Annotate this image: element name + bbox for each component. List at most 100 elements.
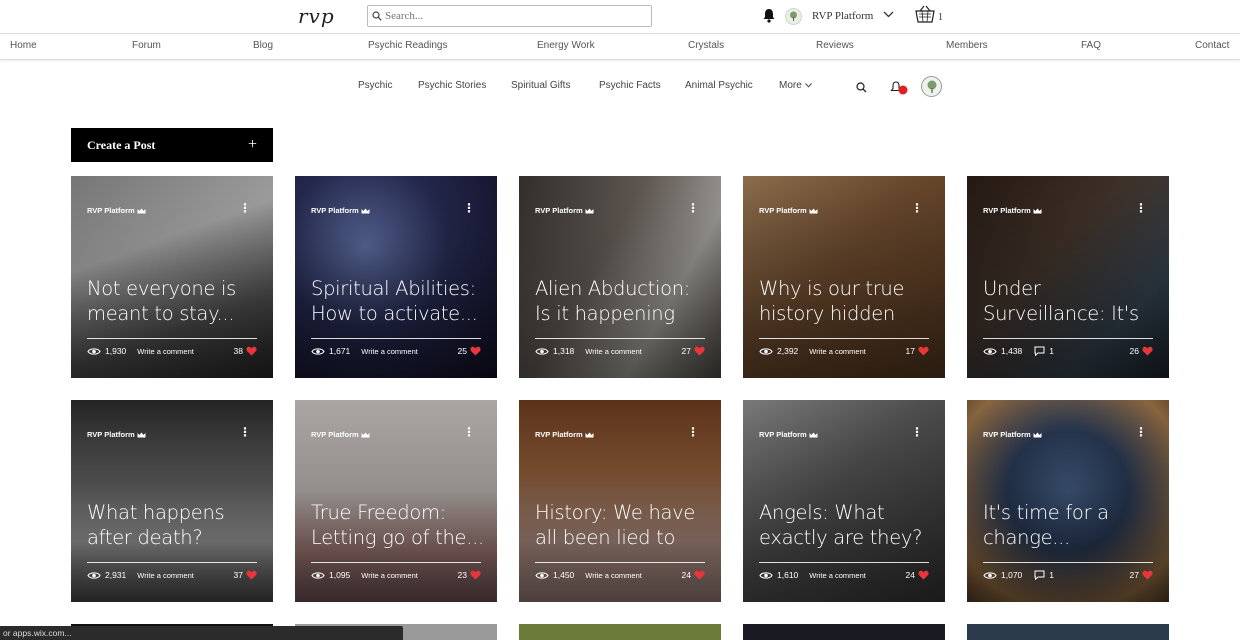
post-author[interactable]: RVP Platform [983, 206, 1042, 215]
write-comment-link[interactable]: Write a comment [809, 571, 866, 580]
nav-faq[interactable]: FAQ [1081, 40, 1101, 51]
user-name[interactable]: RVP Platform [812, 10, 873, 22]
post-card[interactable]: RVP Platform ⋮ Angels: What exactly are th… [743, 400, 945, 602]
post-author[interactable]: RVP Platform [311, 430, 370, 439]
like-count[interactable]: 27 [1130, 570, 1153, 580]
heart-icon[interactable] [918, 570, 929, 580]
heart-icon[interactable] [246, 346, 257, 356]
avatar[interactable] [921, 76, 942, 97]
post-author[interactable]: RVP Platform [759, 430, 818, 439]
post-card[interactable]: RVP Platform ⋮ True Freedom: Letting go of… [295, 400, 497, 602]
heart-icon[interactable] [918, 346, 929, 356]
category-psychic-facts[interactable]: Psychic Facts [599, 80, 661, 91]
search-icon[interactable] [856, 82, 867, 93]
bell-icon[interactable] [762, 8, 776, 23]
post-author[interactable]: RVP Platform [535, 430, 594, 439]
nav-members[interactable]: Members [946, 40, 988, 51]
post-card-partial[interactable] [519, 624, 721, 640]
more-options-icon[interactable]: ⋮ [911, 202, 923, 214]
heart-icon[interactable] [470, 570, 481, 580]
like-count[interactable]: 37 [234, 570, 257, 580]
more-options-icon[interactable]: ⋮ [239, 426, 251, 438]
like-count[interactable]: 24 [682, 570, 705, 580]
post-title[interactable]: Under Surveillance: It's begun [983, 276, 1159, 328]
nav-energy-work[interactable]: Energy Work [537, 40, 595, 51]
heart-icon[interactable] [694, 346, 705, 356]
write-comment-link[interactable]: Write a comment [585, 347, 642, 356]
like-count[interactable]: 17 [906, 346, 929, 356]
like-count[interactable]: 24 [906, 570, 929, 580]
post-title[interactable]: Angels: What exactly are they? [759, 500, 935, 550]
more-options-icon[interactable]: ⋮ [1135, 202, 1147, 214]
category-animal-psychic[interactable]: Animal Psychic [685, 80, 753, 91]
nav-crystals[interactable]: Crystals [688, 40, 724, 51]
more-options-icon[interactable]: ⋮ [687, 202, 699, 214]
post-author[interactable]: RVP Platform [983, 430, 1042, 439]
post-title[interactable]: What happens after death? [87, 500, 263, 550]
write-comment-link[interactable]: Write a comment [585, 571, 642, 580]
like-count[interactable]: 25 [458, 346, 481, 356]
more-options-icon[interactable]: ⋮ [463, 426, 475, 438]
post-card[interactable]: RVP Platform ⋮ Spiritual Abilities: How to… [295, 176, 497, 378]
nav-contact[interactable]: Contact [1195, 40, 1229, 51]
nav-home[interactable]: Home [10, 40, 37, 51]
post-title[interactable]: History: We have all been lied to [535, 500, 711, 550]
post-author[interactable]: RVP Platform [311, 206, 370, 215]
comment-count[interactable]: 1 [1034, 346, 1054, 356]
category-spiritual-gifts[interactable]: Spiritual Gifts [511, 80, 570, 91]
search-input[interactable] [385, 10, 635, 22]
post-title[interactable]: Alien Abduction: Is it happening to... [535, 276, 711, 328]
like-count[interactable]: 27 [682, 346, 705, 356]
heart-icon[interactable] [1142, 570, 1153, 580]
write-comment-link[interactable]: Write a comment [809, 347, 866, 356]
post-title[interactable]: Not everyone is meant to stay... [87, 276, 263, 326]
nav-blog[interactable]: Blog [253, 40, 273, 51]
notification-icon[interactable] [890, 80, 910, 96]
post-card[interactable]: RVP Platform ⋮ What happens after death? 2,… [71, 400, 273, 602]
category-psychic-stories[interactable]: Psychic Stories [418, 80, 486, 91]
cart-button[interactable]: 1 [914, 5, 943, 23]
more-options-icon[interactable]: ⋮ [687, 426, 699, 438]
write-comment-link[interactable]: Write a comment [137, 347, 194, 356]
comment-count[interactable]: 1 [1034, 570, 1054, 580]
post-card[interactable]: RVP Platform ⋮ Under Surveillance: It's be… [967, 176, 1169, 378]
post-card[interactable]: RVP Platform ⋮ History: We have all been l… [519, 400, 721, 602]
heart-icon[interactable] [694, 570, 705, 580]
post-card-partial[interactable] [967, 624, 1169, 640]
post-card[interactable]: RVP Platform ⋮ It's time for a change... 1,… [967, 400, 1169, 602]
write-comment-link[interactable]: Write a comment [137, 571, 194, 580]
heart-icon[interactable] [246, 570, 257, 580]
post-title[interactable]: True Freedom: Letting go of the... [311, 500, 487, 550]
write-comment-link[interactable]: Write a comment [361, 571, 418, 580]
post-author[interactable]: RVP Platform [759, 206, 818, 215]
search-box[interactable] [367, 5, 652, 27]
post-card-partial[interactable] [743, 624, 945, 640]
nav-reviews[interactable]: Reviews [816, 40, 854, 51]
post-title[interactable]: Spiritual Abilities: How to activate... [311, 276, 487, 326]
like-count[interactable]: 26 [1130, 346, 1153, 356]
post-card[interactable]: RVP Platform ⋮ Why is our true history hid… [743, 176, 945, 378]
more-options-icon[interactable]: ⋮ [911, 426, 923, 438]
more-options-icon[interactable]: ⋮ [1135, 426, 1147, 438]
post-card[interactable]: RVP Platform ⋮ Alien Abduction: Is it happ… [519, 176, 721, 378]
post-author[interactable]: RVP Platform [87, 206, 146, 215]
more-options-icon[interactable]: ⋮ [239, 202, 251, 214]
chevron-down-icon[interactable] [883, 11, 894, 18]
post-author[interactable]: RVP Platform [87, 430, 146, 439]
post-card[interactable]: RVP Platform ⋮ Not everyone is meant to st… [71, 176, 273, 378]
site-logo[interactable]: rvp [298, 4, 335, 28]
post-author[interactable]: RVP Platform [535, 206, 594, 215]
post-title[interactable]: Why is our true history hidden fro... [759, 276, 935, 328]
nav-psychic-readings[interactable]: Psychic Readings [368, 40, 447, 51]
heart-icon[interactable] [1142, 346, 1153, 356]
avatar[interactable] [785, 8, 802, 25]
nav-forum[interactable]: Forum [132, 40, 161, 51]
more-options-icon[interactable]: ⋮ [463, 202, 475, 214]
write-comment-link[interactable]: Write a comment [361, 347, 418, 356]
heart-icon[interactable] [470, 346, 481, 356]
create-post-button[interactable]: Create a Post + [71, 128, 273, 162]
post-title[interactable]: It's time for a change... [983, 500, 1159, 550]
category-psychic[interactable]: Psychic [358, 80, 392, 91]
like-count[interactable]: 38 [234, 346, 257, 356]
category-more[interactable]: More [779, 80, 812, 91]
